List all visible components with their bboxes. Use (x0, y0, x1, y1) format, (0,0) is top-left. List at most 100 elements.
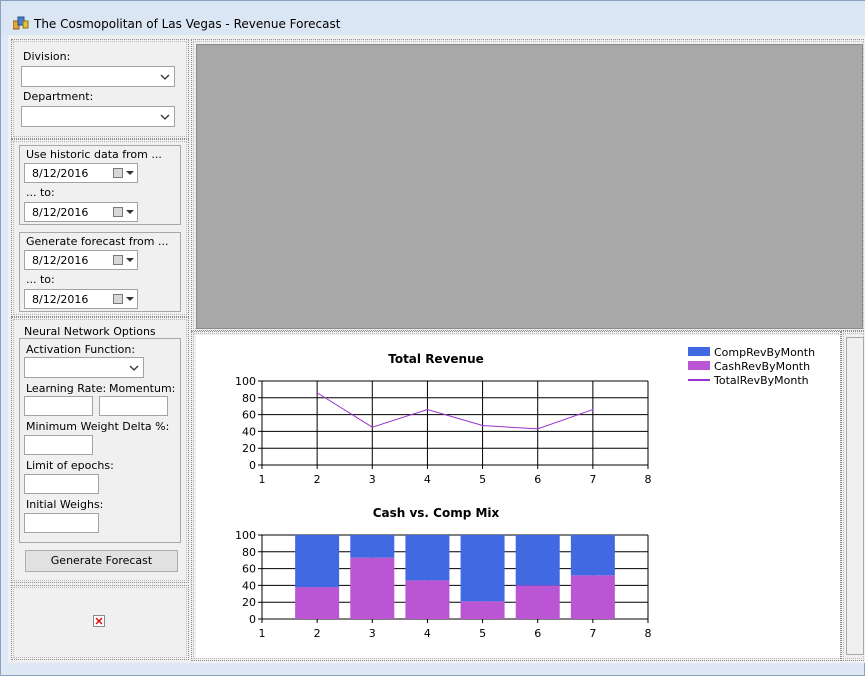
y-tick-label: 0 (249, 459, 256, 472)
historic-title: Use historic data from ... (26, 148, 162, 161)
x-tick-label: 5 (479, 627, 486, 640)
y-tick-label: 100 (235, 529, 256, 542)
historic-group: Use historic data from ... 8/12/2016 ...… (19, 145, 181, 225)
y-tick-label: 20 (242, 442, 256, 455)
forecast-to-label: ... to: (26, 273, 55, 286)
x-tick-label: 8 (645, 473, 652, 486)
momentum-label: Momentum: (109, 382, 176, 395)
client-area: Division: Department: Use historic data … (8, 35, 865, 663)
y-tick-label: 20 (242, 596, 256, 609)
generate-forecast-button[interactable]: Generate Forecast (25, 550, 178, 572)
y-tick-label: 80 (242, 546, 256, 559)
top-display-panel (191, 39, 865, 331)
calendar-icon (113, 294, 123, 304)
x-tick-label: 2 (314, 473, 321, 486)
cash-bar (515, 585, 560, 619)
y-tick-label: 100 (235, 375, 256, 388)
y-tick-label: 60 (242, 409, 256, 422)
epochs-label: Limit of epochs: (26, 459, 114, 472)
min-weight-input[interactable] (24, 435, 93, 455)
activation-label: Activation Function: (26, 343, 136, 356)
cash-bar (570, 575, 615, 619)
department-select[interactable] (21, 106, 175, 127)
legend-swatch-comp (688, 347, 710, 356)
division-label: Division: (23, 50, 71, 63)
historic-from-date[interactable]: 8/12/2016 (24, 163, 138, 183)
historic-to-value: 8/12/2016 (32, 206, 89, 219)
learning-rate-input[interactable] (24, 396, 93, 416)
y-tick-label: 80 (242, 392, 256, 405)
charts-area: Total Revenue 0 20 40 60 80 100 1 2 3 4 5 6 7 8 Cash vs… (196, 335, 840, 658)
x-tick-label: 3 (369, 627, 376, 640)
momentum-input[interactable] (99, 396, 168, 416)
x-tick-label: 6 (534, 627, 541, 640)
title-bar[interactable]: The Cosmopolitan of Las Vegas - Revenue … (1, 1, 865, 35)
x-tick-label: 5 (479, 473, 486, 486)
forecast-to-value: 8/12/2016 (32, 293, 89, 306)
gray-display-area (196, 44, 863, 329)
x-tick-label: 1 (259, 627, 266, 640)
cash-bar (405, 580, 450, 619)
x-tick-label: 7 (589, 473, 596, 486)
chart-title: Cash vs. Comp Mix (373, 506, 500, 520)
calendar-icon (113, 207, 123, 217)
charts-svg: Total Revenue0204060801001 2 3 4 5 6 7 8Cash vs… (235, 346, 815, 640)
total-revenue-point (592, 408, 594, 411)
historic-to-label: ... to: (26, 186, 55, 199)
date-range-panel: Use historic data from ... 8/12/2016 ...… (11, 139, 189, 317)
nn-options-panel: Neural Network Options Activation Functi… (11, 317, 189, 583)
side-area (846, 337, 864, 655)
dropdown-arrow-icon (126, 210, 134, 214)
dropdown-arrow-icon (126, 297, 134, 301)
window-title: The Cosmopolitan of Las Vegas - Revenue … (34, 17, 341, 31)
x-tick-label: 4 (424, 627, 431, 640)
x-tick-label: 4 (424, 473, 431, 486)
forecast-from-date[interactable]: 8/12/2016 (24, 250, 138, 270)
dropdown-arrow-icon (126, 171, 134, 175)
min-weight-label: Minimum Weight Delta %: (26, 420, 170, 433)
cash-bar (460, 601, 505, 619)
comp-bar (295, 535, 340, 588)
x-tick-label: 6 (534, 473, 541, 486)
x-tick-label: 2 (314, 627, 321, 640)
y-tick-label: 40 (242, 425, 256, 438)
cash-bar (350, 557, 395, 619)
forecast-to-date[interactable]: 8/12/2016 (24, 289, 138, 309)
chevron-down-icon (160, 114, 170, 120)
x-tick-label: 7 (589, 627, 596, 640)
historic-from-value: 8/12/2016 (32, 167, 89, 180)
charts-panel: Total Revenue 0 20 40 60 80 100 1 2 3 4 5 6 7 8 Cash vs… (191, 331, 841, 661)
activation-select[interactable] (24, 357, 144, 378)
chart-title: Total Revenue (388, 352, 484, 366)
legend-swatch-cash (688, 361, 710, 370)
chevron-down-icon (160, 74, 170, 80)
legend-label-cash: CashRevByMonth (714, 360, 810, 373)
app-window: The Cosmopolitan of Las Vegas - Revenue … (0, 0, 865, 676)
total-revenue-point (536, 428, 539, 430)
calendar-icon (113, 168, 123, 178)
total-revenue-point (371, 426, 374, 428)
chevron-down-icon (129, 365, 139, 371)
initial-weights-input[interactable] (24, 513, 99, 533)
x-tick-label: 1 (259, 473, 266, 486)
y-tick-label: 40 (242, 579, 256, 592)
y-tick-label: 0 (249, 613, 256, 626)
total-revenue-point (481, 424, 484, 427)
nn-options-title: Neural Network Options (24, 325, 156, 338)
dropdown-arrow-icon (126, 258, 134, 262)
epochs-input[interactable] (24, 474, 99, 494)
y-tick-label: 60 (242, 563, 256, 576)
nn-options-group: Activation Function: Learning Rate: Mome… (19, 338, 181, 543)
right-side-panel (841, 331, 865, 661)
comp-bar (515, 535, 560, 586)
comp-bar (460, 535, 505, 602)
cash-bar (295, 587, 340, 619)
initial-weights-label: Initial Weighs: (26, 498, 104, 511)
x-tick-label: 8 (645, 627, 652, 640)
comp-bar (350, 535, 395, 558)
forecast-title: Generate forecast from ... (26, 235, 169, 248)
historic-to-date[interactable]: 8/12/2016 (24, 202, 138, 222)
x-tick-label: 3 (369, 473, 376, 486)
division-select[interactable] (21, 66, 175, 87)
calendar-icon (113, 255, 123, 265)
